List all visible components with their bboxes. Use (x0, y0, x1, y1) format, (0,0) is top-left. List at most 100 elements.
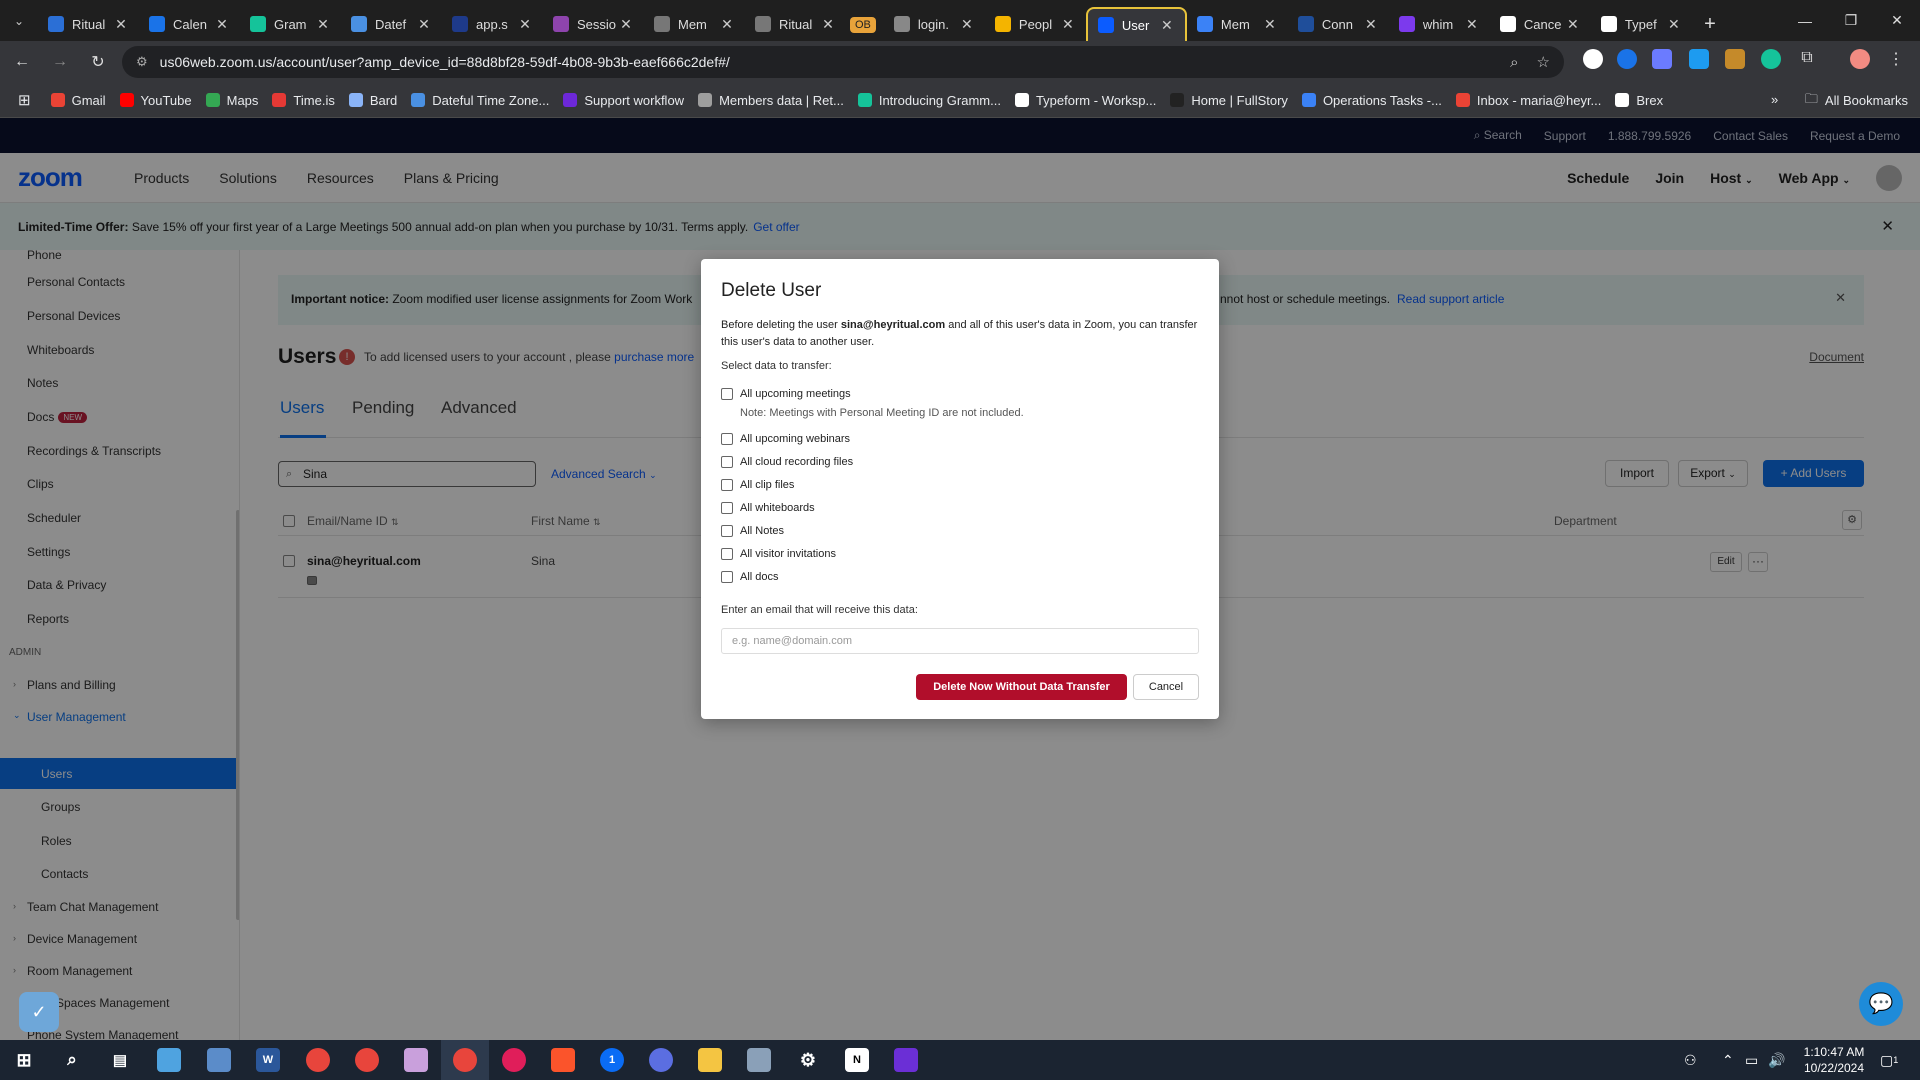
close-tab-icon[interactable]: ✕ (214, 16, 230, 33)
notifications-icon[interactable]: ▢ 1 (1880, 1040, 1898, 1080)
bookmark-item[interactable]: Brex (1615, 93, 1663, 108)
close-tab-icon[interactable]: ✕ (1060, 16, 1076, 33)
chat-support-icon[interactable]: 💬 (1859, 982, 1903, 1026)
browser-tab[interactable]: Cance ✕ (1490, 7, 1591, 41)
close-tab-icon[interactable]: ✕ (517, 16, 533, 33)
network-icon[interactable]: ▭ (1745, 1040, 1758, 1080)
bookmark-item[interactable]: Inbox - maria@heyr... (1455, 93, 1601, 108)
option-upcoming-meetings[interactable]: All upcoming meetings (721, 388, 851, 400)
bookmark-item[interactable]: Support workflow (563, 93, 684, 108)
transfer-email-field[interactable] (721, 628, 1199, 654)
app-icon[interactable] (157, 1048, 181, 1072)
app-icon[interactable] (649, 1048, 673, 1072)
new-tab-button[interactable]: + (1692, 7, 1728, 41)
option-whiteboards[interactable]: All whiteboards (721, 502, 815, 514)
site-info-icon[interactable]: ⚙ (136, 54, 148, 70)
bookmark-item[interactable]: Time.is (272, 93, 335, 108)
notion-icon[interactable]: N (845, 1048, 869, 1072)
close-tab-icon[interactable]: ✕ (618, 16, 634, 33)
volume-icon[interactable]: 🔊 (1768, 1040, 1785, 1080)
close-tab-icon[interactable]: ✕ (1464, 16, 1480, 33)
close-tab-icon[interactable]: ✕ (719, 16, 735, 33)
tab-group-badge[interactable]: OB (850, 17, 876, 33)
slack-icon[interactable] (502, 1048, 526, 1072)
browser-tab[interactable]: Typef ✕ (1591, 7, 1692, 41)
bookmark-star-icon[interactable]: ☆ (1537, 53, 1550, 71)
bookmark-item[interactable]: Maps (205, 93, 258, 108)
browser-tab[interactable]: login. ✕ (884, 7, 985, 41)
browser-tab[interactable]: User ✕ (1085, 7, 1187, 41)
bookmark-item[interactable]: Operations Tasks -... (1301, 93, 1442, 108)
restore-icon[interactable]: ❐ (1828, 0, 1874, 41)
bookmark-item[interactable]: Bard (348, 93, 397, 108)
close-tab-icon[interactable]: ✕ (113, 16, 129, 33)
chrome-icon[interactable] (306, 1048, 330, 1072)
browser-tab[interactable]: Mem ✕ (644, 7, 745, 41)
browser-tab[interactable]: Sessio ✕ (543, 7, 644, 41)
back-icon[interactable]: ← (6, 46, 38, 78)
password-manager-icon[interactable]: 1 (600, 1048, 624, 1072)
more-bookmarks-icon[interactable]: » (1771, 92, 1778, 107)
url-bar[interactable]: ⚙ us06web.zoom.us/account/user?amp_devic… (122, 46, 1564, 78)
close-tab-icon[interactable]: ✕ (1565, 16, 1581, 33)
close-tab-icon[interactable]: ✕ (315, 16, 331, 33)
reload-icon[interactable]: ↻ (82, 46, 114, 78)
extensions-puzzle-icon[interactable]: ⧉ (1797, 49, 1817, 69)
browser-tab[interactable]: whim ✕ (1389, 7, 1490, 41)
bookmark-item[interactable]: YouTube (119, 93, 192, 108)
option-notes[interactable]: All Notes (721, 525, 784, 537)
notepad-icon[interactable] (207, 1048, 231, 1072)
extension-icon[interactable] (1652, 49, 1672, 69)
option-cloud-recordings[interactable]: All cloud recording files (721, 456, 853, 468)
close-tab-icon[interactable]: ✕ (959, 16, 975, 33)
chrome-icon[interactable] (453, 1048, 477, 1072)
bookmark-item[interactable]: Gmail (50, 93, 106, 108)
bookmark-item[interactable]: Dateful Time Zone... (411, 93, 549, 108)
option-visitor-invitations[interactable]: All visitor invitations (721, 548, 836, 560)
zoom-magnifier-icon[interactable]: ⌕ (1510, 54, 1518, 71)
all-bookmarks[interactable]: 🗀 All Bookmarks (1805, 83, 1908, 118)
option-clip-files[interactable]: All clip files (721, 479, 794, 491)
shield-icon[interactable]: ✓ (19, 992, 59, 1032)
people-icon[interactable]: ⚇ (1684, 1040, 1697, 1080)
browser-menu-icon[interactable]: ⋮ (1886, 49, 1906, 69)
close-tab-icon[interactable]: ✕ (1159, 17, 1175, 34)
extension-icon[interactable] (1583, 49, 1603, 69)
app-icon[interactable] (404, 1048, 428, 1072)
option-upcoming-webinars[interactable]: All upcoming webinars (721, 433, 850, 445)
close-tab-icon[interactable]: ✕ (416, 16, 432, 33)
browser-tab[interactable]: Ritual ✕ (745, 7, 846, 41)
bookmark-item[interactable]: Typeform - Worksp... (1014, 93, 1156, 108)
gear-icon[interactable]: ⚙ (796, 1048, 820, 1072)
extension-icon[interactable] (1725, 49, 1745, 69)
grammarly-icon[interactable] (1761, 49, 1781, 69)
close-tab-icon[interactable]: ✕ (1666, 16, 1682, 33)
browser-tab[interactable]: Peopl ✕ (985, 7, 1086, 41)
minimize-icon[interactable]: — (1782, 0, 1828, 41)
browser-tab[interactable]: Calen ✕ (139, 7, 240, 41)
windows-start-icon[interactable]: ⊞ (12, 1048, 36, 1072)
close-tab-icon[interactable]: ✕ (1363, 16, 1379, 33)
system-clock[interactable]: 1:10:47 AM 10/22/2024 (1790, 1044, 1878, 1076)
browser-tab[interactable]: Ritual ✕ (38, 7, 139, 41)
task-view-icon[interactable]: ▤ (108, 1048, 132, 1072)
app-icon[interactable] (894, 1048, 918, 1072)
chevron-up-icon[interactable]: ⌃ (1722, 1040, 1734, 1080)
word-icon[interactable]: W (256, 1048, 280, 1072)
option-docs[interactable]: All docs (721, 571, 779, 583)
forward-icon[interactable]: → (44, 46, 76, 78)
bookmark-item[interactable]: Members data | Ret... (698, 93, 844, 108)
extension-icon[interactable] (1617, 49, 1637, 69)
search-icon[interactable]: ⌕ (60, 1048, 84, 1072)
browser-tab[interactable]: app.s ✕ (442, 7, 543, 41)
close-window-icon[interactable]: ✕ (1874, 0, 1920, 41)
extension-icon[interactable] (1689, 49, 1709, 69)
browser-tab[interactable]: Datef ✕ (341, 7, 442, 41)
browser-tab[interactable]: Conn ✕ (1288, 7, 1389, 41)
file-explorer-icon[interactable] (698, 1048, 722, 1072)
cancel-button[interactable]: Cancel (1133, 674, 1199, 700)
bookmark-item[interactable]: Home | FullStory (1170, 93, 1288, 108)
bookmark-item[interactable]: Introducing Gramm... (857, 93, 1001, 108)
close-tab-icon[interactable]: ✕ (1262, 16, 1278, 33)
app-icon[interactable] (747, 1048, 771, 1072)
